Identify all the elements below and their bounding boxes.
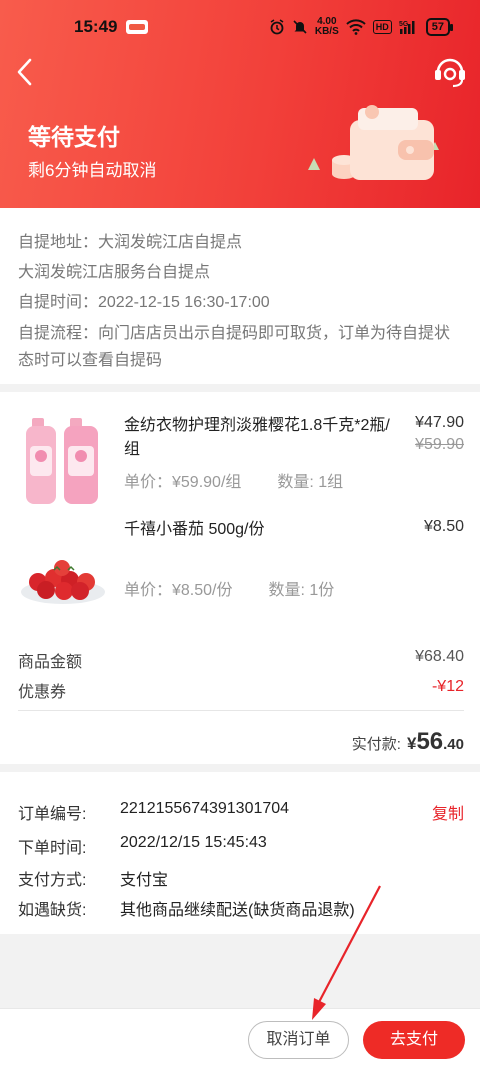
pickup-time: 自提时间：2022-12-15 16:30-17:00 xyxy=(18,294,270,311)
cancel-order-button[interactable]: 取消订单 xyxy=(248,1021,349,1059)
paid-amount: 实付款: ¥ 56 .40 xyxy=(352,728,464,756)
svg-text:5G: 5G xyxy=(399,21,409,28)
coupon-row: 优惠券 -¥12 xyxy=(18,678,464,702)
order-status-title: 等待支付 xyxy=(28,124,120,150)
list-item[interactable]: 千禧小番茄 500g/份 ¥8.50 单价：¥8.50/份 数量: 1份 xyxy=(0,518,480,628)
goods-section: 金纺衣物护理剂淡雅樱花1.8千克*2瓶/组 ¥47.90 ¥59.90 单价：¥… xyxy=(0,392,480,764)
paid-decimal: .40 xyxy=(443,736,464,753)
mute-bell-icon xyxy=(293,20,307,34)
list-item[interactable]: 金纺衣物护理剂淡雅樱花1.8千克*2瓶/组 ¥47.90 ¥59.90 单价：¥… xyxy=(0,406,480,516)
order-status-header: 15:49 4.00 KB/S HD 5G 57 等待支付 剩6分钟自动取消 xyxy=(0,0,480,208)
back-icon[interactable] xyxy=(12,56,40,88)
payment-method-label: 支付方式: xyxy=(18,872,87,889)
battery-icon: 57 xyxy=(425,18,454,36)
copy-order-number-button[interactable]: 复制 xyxy=(432,800,464,824)
pay-button[interactable]: 去支付 xyxy=(363,1021,465,1059)
paid-label: 实付款: xyxy=(351,736,401,753)
order-time-label: 下单时间: xyxy=(18,840,87,857)
network-speed: 4.00 KB/S xyxy=(314,16,339,37)
shortage-policy-row: 如遇缺货: 其他商品继续配送(缺货商品退款) xyxy=(18,896,355,920)
payment-method-row: 支付方式: 支付宝 xyxy=(18,866,168,890)
paid-currency: ¥ xyxy=(406,734,417,753)
item-meta: 单价：¥59.90/组 数量: 1组 xyxy=(124,468,343,492)
item-quantity: 数量: 1组 xyxy=(277,474,344,491)
pickup-info-section: 自提地址：大润发皖江店自提点 大润发皖江店服务台自提点 自提时间：2022-12… xyxy=(0,208,480,384)
order-info-section: 订单编号: 2212155674391301704 复制 下单时间: 2022/… xyxy=(0,772,480,934)
item-price: ¥8.50 xyxy=(423,518,464,535)
wallet-illustration-icon xyxy=(308,105,439,180)
status-time: 15:49 xyxy=(74,17,118,36)
fabric-softener-image xyxy=(18,416,108,506)
system-status-bar: 15:49 4.00 KB/S HD 5G 57 xyxy=(0,0,480,50)
alarm-icon xyxy=(270,19,284,35)
hd-icon: HD xyxy=(372,20,392,34)
goods-amount-row: 商品金额 ¥68.40 xyxy=(18,648,464,672)
app-notification-icon xyxy=(126,20,148,34)
goods-amount-value: ¥68.40 xyxy=(415,648,464,665)
status-icons: 4.00 KB/S HD 5G 57 xyxy=(269,16,454,38)
order-number-row: 订单编号: 2212155674391301704 xyxy=(18,800,289,824)
bottom-action-bar: 取消订单 去支付 xyxy=(0,1008,480,1072)
item-unit-price: 单价：¥8.50/份 xyxy=(124,582,233,599)
item-name: 千禧小番茄 500g/份 xyxy=(124,521,265,538)
order-number-label: 订单编号: xyxy=(18,806,87,823)
shortage-policy: 其他商品继续配送(缺货商品退款) xyxy=(120,902,355,919)
order-number: 2212155674391301704 xyxy=(120,800,290,817)
item-meta: 单价：¥8.50/份 数量: 1份 xyxy=(124,576,334,600)
order-time-row: 下单时间: 2022/12/15 15:45:43 xyxy=(18,834,267,858)
goods-amount-label: 商品金额 xyxy=(18,654,83,671)
divider xyxy=(18,710,464,711)
signal-icon: 5G xyxy=(399,21,415,34)
pickup-address: 自提地址：大润发皖江店自提点 xyxy=(18,234,243,251)
item-unit-price: 单价：¥59.90/组 xyxy=(124,474,242,491)
paid-integer: 56 xyxy=(416,728,444,755)
cherry-tomato-image xyxy=(18,530,108,620)
coupon-value: -¥12 xyxy=(431,678,464,695)
customer-service-icon[interactable] xyxy=(432,54,468,90)
coupon-label: 优惠券 xyxy=(18,684,67,701)
wifi-icon xyxy=(346,19,366,35)
countdown-text: 剩6分钟自动取消 xyxy=(28,161,157,180)
pickup-flow: 自提流程：向门店店员出示自提码即可取货，订单为待自提状态时可以查看自提码 xyxy=(18,325,451,369)
pickup-address-detail: 大润发皖江店服务台自提点 xyxy=(18,264,211,281)
order-time: 2022/12/15 15:45:43 xyxy=(120,834,267,851)
item-price: ¥47.90 xyxy=(415,414,464,431)
shortage-policy-label: 如遇缺货: xyxy=(18,902,87,919)
payment-method: 支付宝 xyxy=(120,872,169,889)
item-original-price: ¥59.90 xyxy=(415,436,464,453)
item-name: 金纺衣物护理剂淡雅樱花1.8千克*2瓶/组 xyxy=(124,417,390,458)
item-quantity: 数量: 1份 xyxy=(268,582,335,599)
